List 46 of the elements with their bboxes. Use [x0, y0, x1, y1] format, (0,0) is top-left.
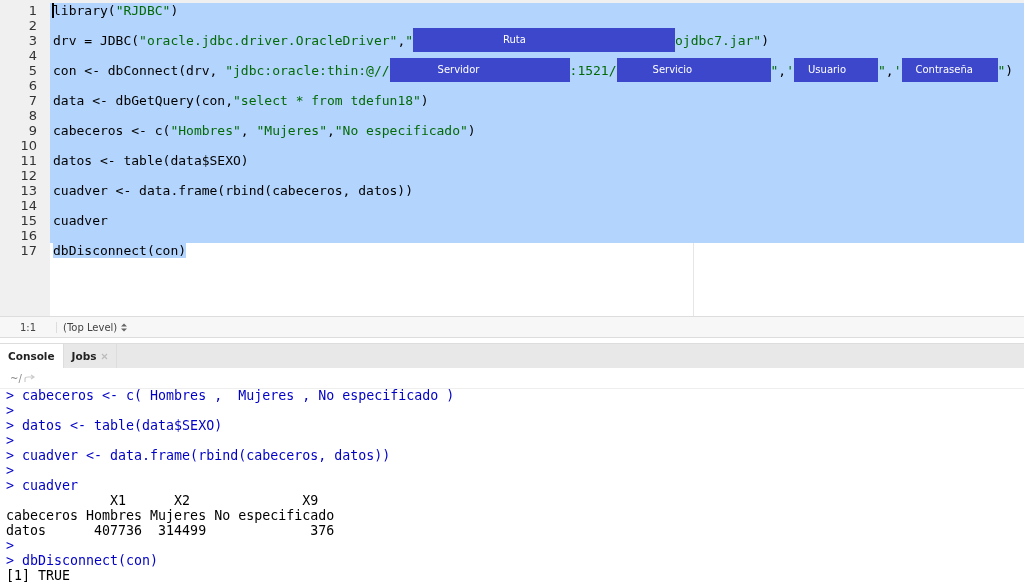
console-input-line: > cuadver <- data.frame(rbind(cabeceros, datos)) — [6, 448, 392, 463]
line-number: 8 — [27, 108, 38, 123]
line-number: 13 — [19, 183, 38, 198]
console-output-line: cabeceros Hombres Mujeres No especificado — [6, 508, 336, 523]
console-input-line: > — [6, 433, 15, 448]
console-output-line: datos 407736 314499 376 — [6, 523, 336, 538]
code-line: drv = JDBC("oracle.jdbc.driver.OracleDriver"," Ruta ojdbc7.jar") — [53, 28, 769, 52]
console-input-line: > — [6, 538, 15, 553]
line-number: 14 — [19, 198, 38, 213]
code-line: cuadver <- data.frame(rbind(cabeceros, datos)) — [53, 183, 414, 198]
console-input-line: > datos <- table(data$SEXO) — [6, 418, 224, 433]
line-number: 11 — [19, 153, 38, 168]
line-number: 1 — [27, 3, 38, 18]
line-number: 16 — [19, 228, 38, 243]
working-directory: ~/ — [10, 372, 22, 384]
line-number: 10 — [19, 138, 38, 153]
line-number: 12 — [19, 168, 38, 183]
line-number: 9 — [27, 123, 38, 138]
close-icon[interactable] — [101, 352, 109, 360]
console-input-line: > cuadver — [6, 478, 80, 493]
line-number: 6 — [27, 78, 38, 93]
line-number: 3 — [27, 33, 38, 48]
text-cursor — [52, 3, 54, 18]
scope-dropdown[interactable]: (Top Level) — [57, 321, 134, 333]
line-number: 2 — [27, 18, 38, 33]
code-line: cuadver — [53, 213, 108, 228]
line-number: 17 — [19, 243, 38, 258]
console-input-line: > — [6, 403, 15, 418]
cursor-position: 1:1 — [0, 321, 57, 333]
updown-caret-icon — [121, 322, 128, 332]
console-input-line: > dbDisconnect(con) — [6, 553, 160, 568]
console-input-line: > — [6, 463, 15, 478]
line-number: 7 — [27, 93, 38, 108]
line-number: 4 — [27, 48, 38, 63]
line-number: 5 — [27, 63, 38, 78]
code-line: datos <- table(data$SEXO) — [53, 153, 249, 168]
code-line: con <- dbConnect(drv, "jdbc:oracle:thin:@// Servidor :1521/ Servicio ",' Usuario ",' Contraseña ") — [53, 58, 1014, 82]
console-input-line: > cabeceros <- c( Hombres , Mujeres , No especificado ) — [6, 389, 456, 403]
line-number: 15 — [19, 213, 38, 228]
code-line: data <- dbGetQuery(con,"select * from tdefun18") — [53, 93, 429, 108]
code-line: library("RJDBC") — [53, 3, 179, 18]
console-output-line: [1] TRUE — [6, 568, 72, 583]
panel-tab[interactable]: Console — [0, 344, 64, 368]
arrow-icon — [23, 373, 36, 383]
code-line: cabeceros <- c("Hombres", "Mujeres","No especificado") — [53, 123, 476, 138]
console-output-line: X1 X2 X9 — [109, 493, 320, 508]
